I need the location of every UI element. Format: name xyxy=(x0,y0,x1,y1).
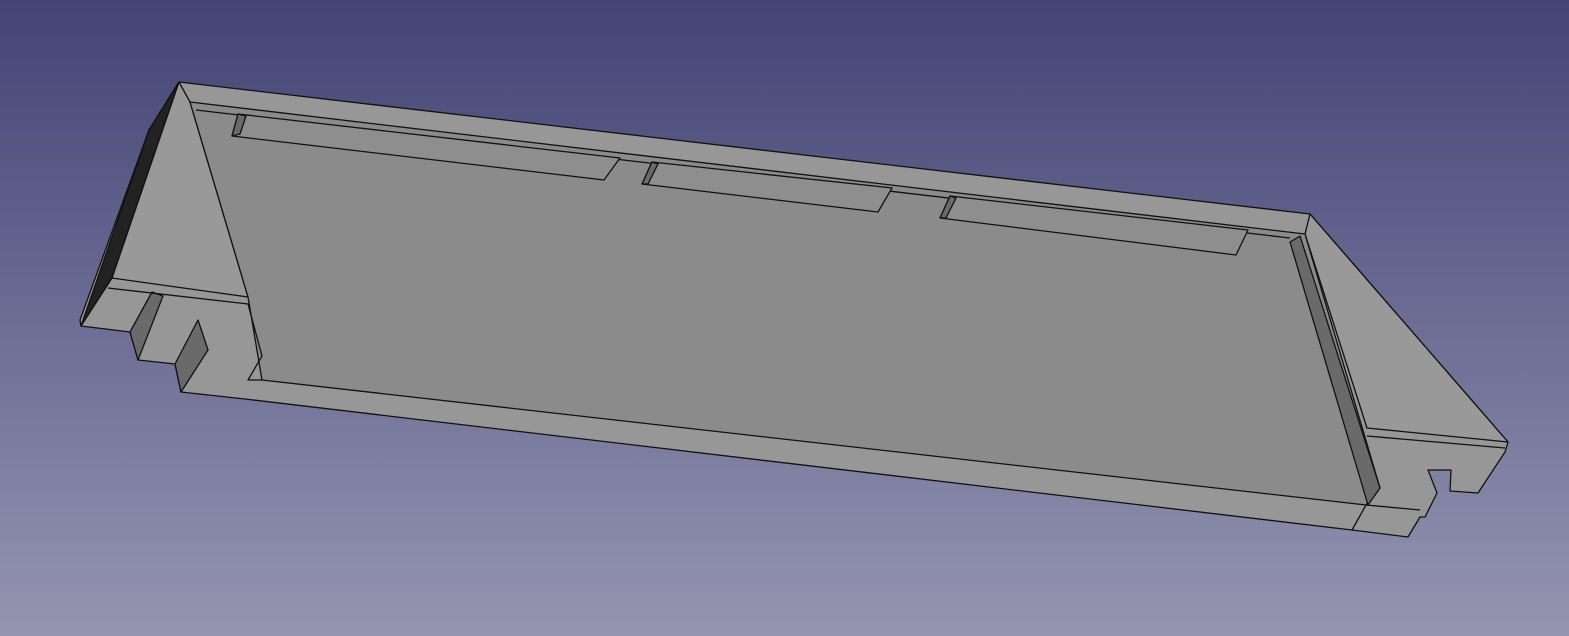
3d-viewport[interactable] xyxy=(0,0,1569,636)
cad-model[interactable] xyxy=(0,0,1569,636)
